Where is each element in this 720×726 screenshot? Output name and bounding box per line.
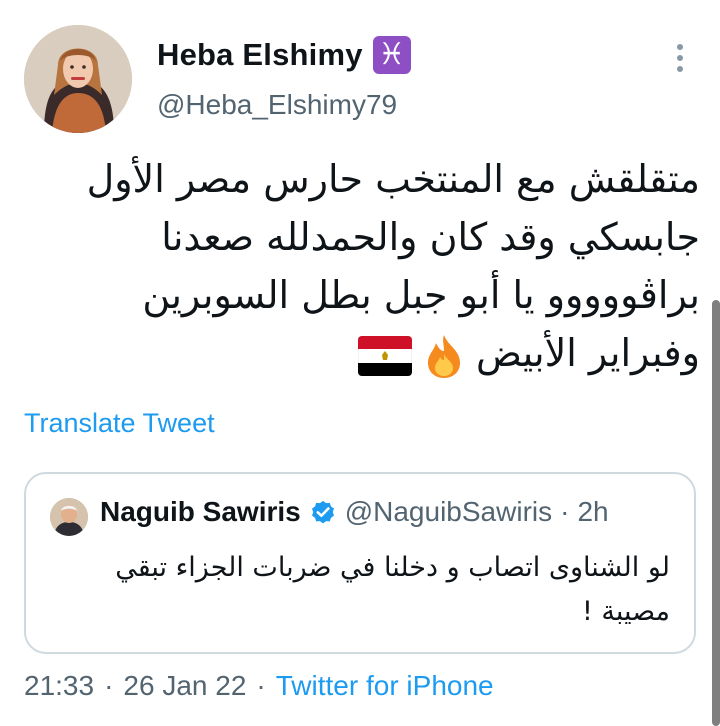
quoted-author-handle[interactable]: @NaguibSawiris [345,496,552,528]
more-options-icon[interactable] [668,42,692,74]
egypt-flag-icon [358,335,413,376]
tweet-line: جابسكي وقد كان والحمدلله صعدنا [161,215,700,259]
pisces-icon: ♓ [372,36,411,74]
separator-dot: · [560,496,570,527]
quoted-author-name[interactable]: Naguib Sawiris [100,496,301,528]
tweet-text: متقلقش مع المنتخب حارس مصر الأول جابسكي … [20,150,700,382]
quoted-tweet-line: مصيبة ! [581,596,670,627]
quoted-tweet-line: لو الشناوى اتصاب و دخلنا في ضربات الجزاء… [115,552,670,583]
author-display-name[interactable]: Heba Elshimy [157,37,363,73]
separator-dot: · [104,670,114,701]
verified-badge-icon [311,500,334,524]
tweet-date[interactable]: 26 Jan 22 [123,670,246,702]
author-avatar[interactable] [24,25,132,133]
quoted-author-avatar[interactable] [50,498,88,536]
tweet-line: متقلقش مع المنتخب حارس مصر الأول [86,157,700,201]
quoted-tweet-time[interactable]: 2h [577,496,608,528]
scrollbar[interactable] [712,300,720,726]
tweet-meta: 21:33 · 26 Jan 22 · Twitter for iPhone [24,670,494,702]
fire-emoji-icon [428,334,461,378]
quoted-tweet-card[interactable]: Naguib Sawiris @NaguibSawiris · 2h لو ال… [24,472,696,654]
tweet-line-last: وفبراير الأبيض [20,324,700,382]
separator-dot: · [256,670,266,701]
translate-tweet-link[interactable]: Translate Tweet [24,408,215,439]
tweet-source-link[interactable]: Twitter for iPhone [276,670,494,702]
tweet-line: براڤووووو يا أبو جبل بطل السوبرين [142,273,700,317]
quoted-tweet-text: لو الشناوى اتصاب و دخلنا في ضربات الجزاء… [70,546,670,634]
tweet-line: وفبراير الأبيض [476,331,700,375]
tweet-time[interactable]: 21:33 [24,670,94,702]
author-handle[interactable]: @Heba_Elshimy79 [157,89,397,121]
